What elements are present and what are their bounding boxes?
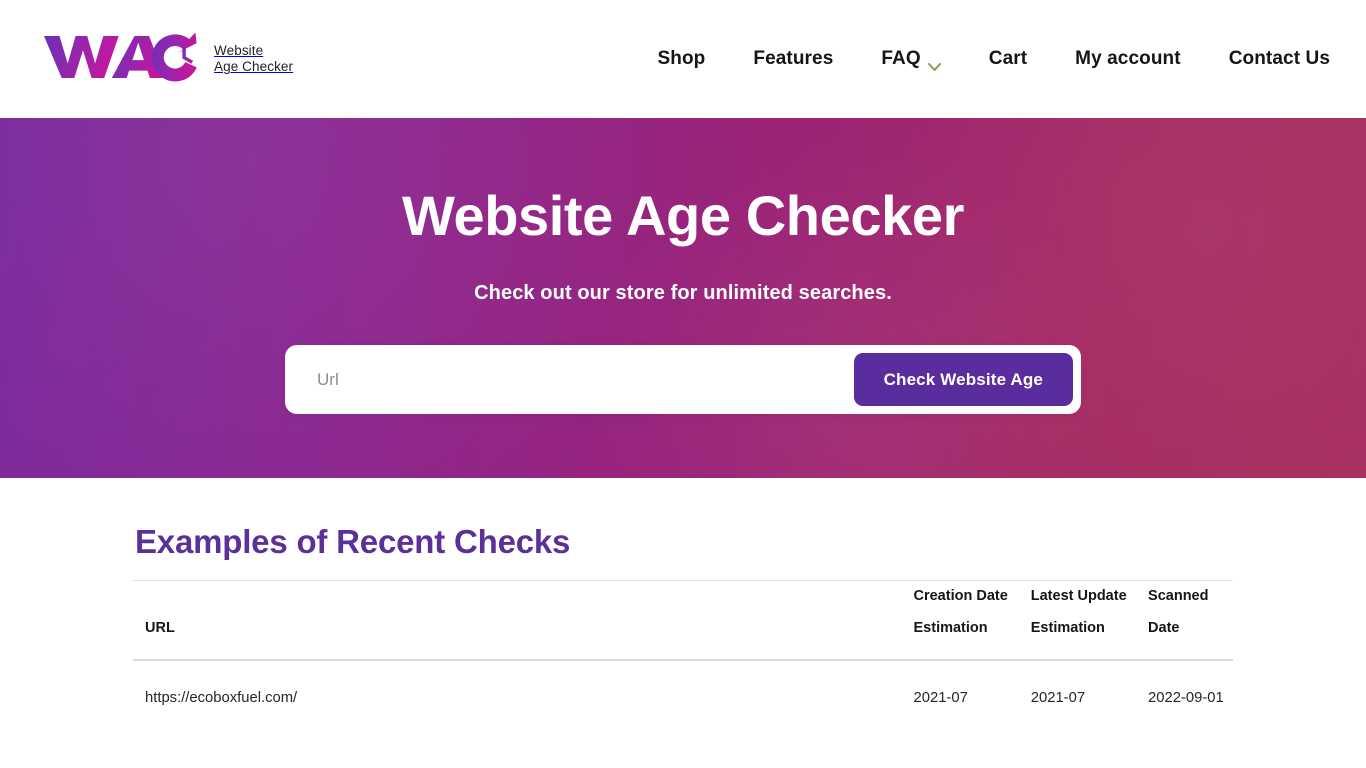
url-input[interactable] [285,352,854,407]
url-search-bar: Check Website Age [285,345,1081,414]
hero-banner: Website Age Checker Check out our store … [0,118,1366,478]
nav-item-shop-label: Shop [657,48,706,69]
nav-item-my-account[interactable]: My account [1051,42,1205,76]
brand-tagline-line1: Website [214,43,264,58]
nav-item-contact-us[interactable]: Contact Us [1205,42,1340,76]
nav-item-cart-label: Cart [988,48,1028,69]
cell-latest-update-estimation: 2021-07 [1030,690,1086,706]
brand-tagline-line2: Age Checker [214,59,294,74]
column-header-creation-date-estimation: Creation Date Estimation [913,588,1008,636]
nav-item-features-label: Features [753,48,834,69]
brand-tagline: Website Age Checker [214,43,293,75]
nav-item-contact-us-label: Contact Us [1228,48,1330,69]
nav-item-faq-label: FAQ [881,48,921,69]
table-header: URL Creation Date Estimation Latest Upda… [133,581,1233,660]
table-header-row: URL Creation Date Estimation Latest Upda… [133,581,1233,660]
column-header-latest-update-estimation: Latest Update Estimation [1030,588,1127,636]
column-header-scanned-date: Scanned Date [1148,588,1209,636]
page-title: Website Age Checker [402,184,964,247]
cell-url: https://ecoboxfuel.com/ [145,690,298,706]
chevron-down-icon[interactable] [927,55,941,71]
recent-checks-table: URL Creation Date Estimation Latest Upda… [133,581,1233,714]
nav-item-cart[interactable]: Cart [965,42,1051,76]
nav-item-features[interactable]: Features [729,42,857,76]
column-header-url: URL [145,619,175,636]
nav-item-my-account-label: My account [1075,48,1181,69]
cell-scanned-date: 2022-09-01 [1148,690,1224,706]
wac-clock-logo-icon [42,31,200,88]
table-row: https://ecoboxfuel.com/ 2021-07 2021-07 … [133,660,1233,714]
cell-creation-date-estimation: 2021-07 [913,690,968,706]
examples-section: Examples of Recent Checks URL Creation D… [133,478,1233,714]
examples-heading: Examples of Recent Checks [135,523,571,560]
check-website-age-button[interactable]: Check Website Age [853,353,1073,406]
site-header: Website Age Checker Shop Features FAQ Ca… [0,0,1366,118]
nav-item-shop[interactable]: Shop [633,42,729,76]
hero-subtitle: Check out our store for unlimited search… [474,282,892,304]
main-navigation: Shop Features FAQ Cart My account Contac… [633,42,1340,76]
brand-logo-link[interactable]: Website Age Checker [42,31,293,88]
nav-item-faq[interactable]: FAQ [857,42,964,76]
table-body: https://ecoboxfuel.com/ 2021-07 2021-07 … [133,660,1233,714]
